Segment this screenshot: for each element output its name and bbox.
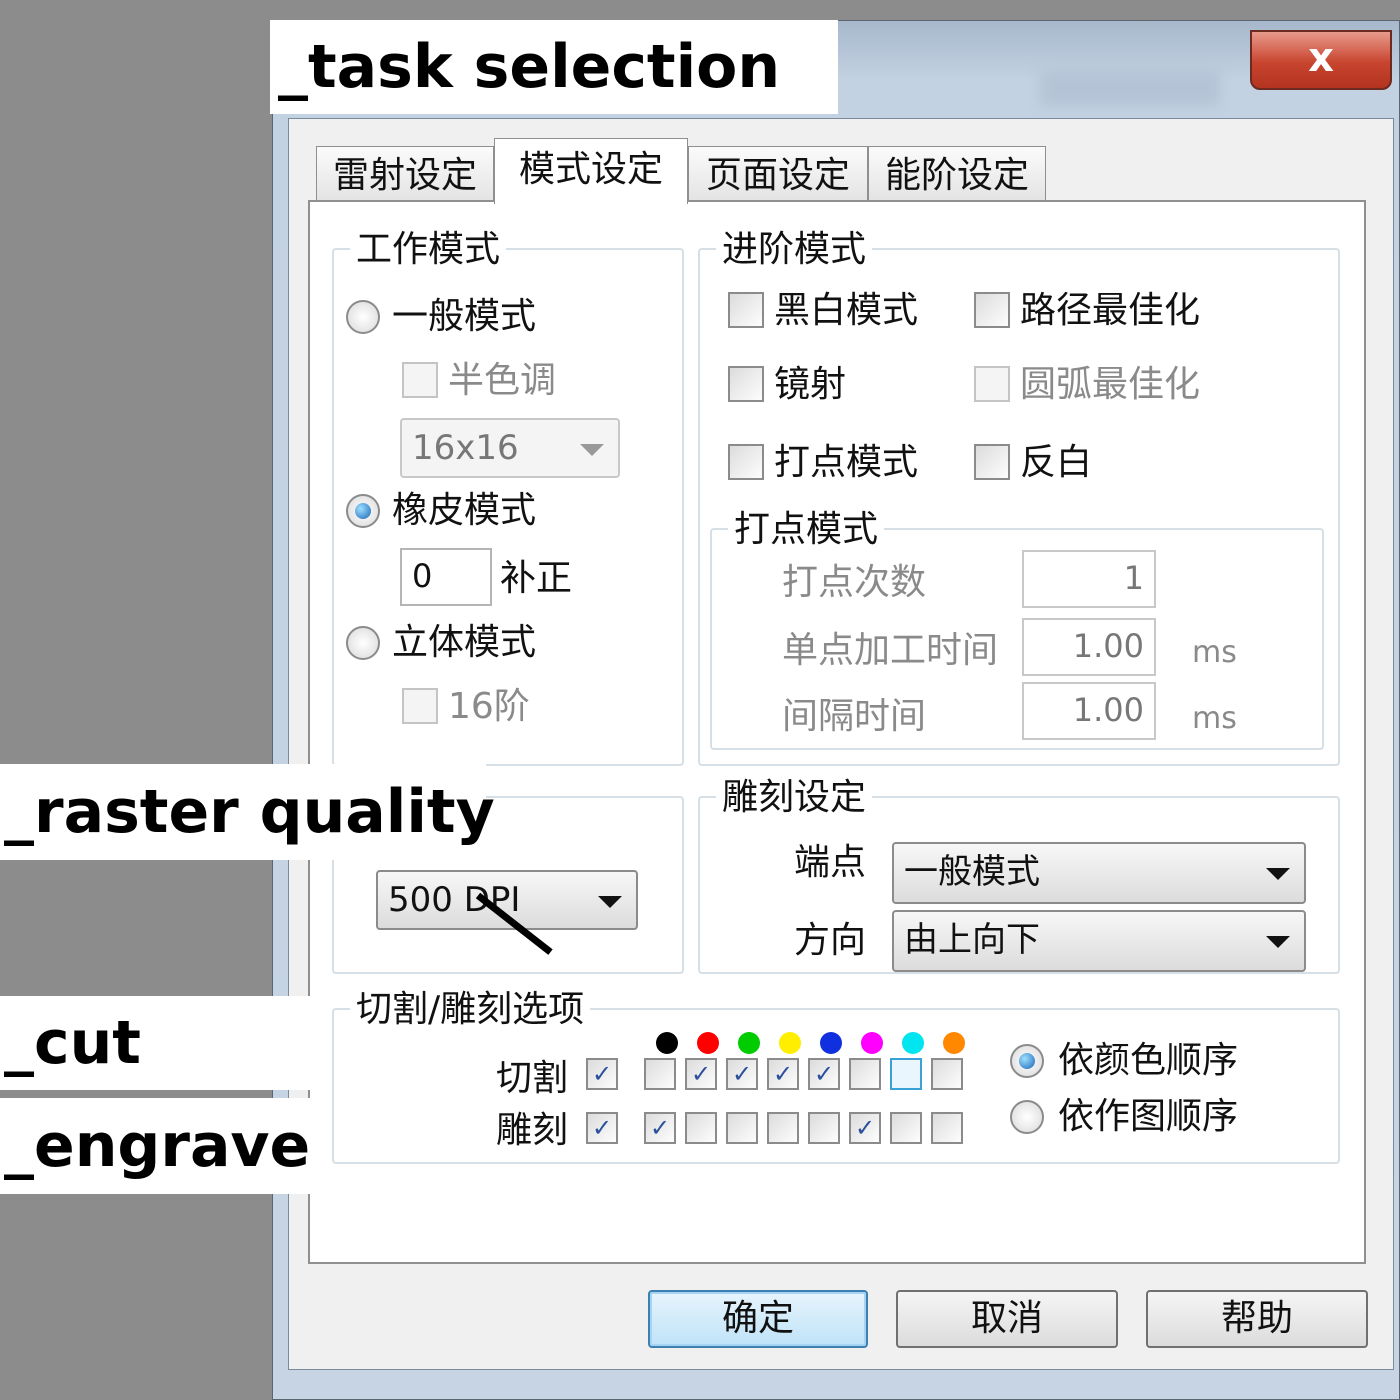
chevron-down-icon bbox=[598, 896, 622, 908]
color-swatch-7 bbox=[902, 1032, 924, 1054]
color-swatch-8 bbox=[943, 1032, 965, 1054]
order-by-color-radio[interactable] bbox=[1010, 1044, 1044, 1078]
color-swatch-5 bbox=[820, 1032, 842, 1054]
interval-time-input[interactable]: 1.00 bbox=[1022, 682, 1156, 740]
cut-color-6-checkbox[interactable] bbox=[849, 1058, 881, 1090]
tab-power-level-settings[interactable]: 能阶设定 bbox=[868, 146, 1046, 202]
close-icon: x bbox=[1308, 35, 1334, 81]
cut-color-7-checkbox[interactable] bbox=[890, 1058, 922, 1090]
endpoint-select[interactable]: 一般模式 bbox=[892, 842, 1306, 904]
single-dot-time-unit: ms bbox=[1192, 635, 1237, 670]
title-bar bbox=[1040, 70, 1220, 106]
cut-color-8-checkbox[interactable] bbox=[931, 1058, 963, 1090]
halftone-checkbox[interactable] bbox=[402, 362, 438, 398]
dot-settings-title: 打点模式 bbox=[728, 510, 885, 550]
order-by-color-label: 依颜色顺序 bbox=[1058, 1040, 1239, 1081]
color-swatch-1 bbox=[656, 1032, 678, 1054]
invert-checkbox[interactable] bbox=[974, 444, 1010, 480]
radio-selected-dot bbox=[1019, 1053, 1035, 1069]
cut-engrave-options-title: 切割/雕刻选项 bbox=[350, 990, 591, 1030]
callout-cut: _cut bbox=[0, 996, 312, 1090]
chevron-down-icon bbox=[1266, 868, 1290, 880]
single-dot-time-label: 单点加工时间 bbox=[782, 630, 999, 671]
radio-selected-dot bbox=[355, 503, 371, 519]
black-white-label: 黑白模式 bbox=[774, 290, 919, 331]
engrave-color-4-checkbox[interactable] bbox=[767, 1112, 799, 1144]
normal-mode-label: 一般模式 bbox=[392, 296, 537, 337]
help-button[interactable]: 帮助 bbox=[1146, 1290, 1368, 1348]
engrave-color-3-checkbox[interactable] bbox=[726, 1112, 758, 1144]
work-mode-title: 工作模式 bbox=[350, 230, 507, 270]
halftone-label: 半色调 bbox=[448, 360, 557, 401]
order-by-drawing-radio[interactable] bbox=[1010, 1100, 1044, 1134]
cancel-button[interactable]: 取消 bbox=[896, 1290, 1118, 1348]
mirror-label: 镜射 bbox=[774, 364, 847, 405]
black-white-checkbox[interactable] bbox=[728, 292, 764, 328]
interval-time-label: 间隔时间 bbox=[782, 696, 927, 737]
chevron-down-icon bbox=[580, 444, 604, 456]
offset-input[interactable]: 0 bbox=[400, 548, 492, 606]
dot-count-input[interactable]: 1 bbox=[1022, 550, 1156, 608]
offset-label: 补正 bbox=[500, 558, 573, 599]
arc-optimize-checkbox[interactable] bbox=[974, 366, 1010, 402]
tab-mode-settings[interactable]: 模式设定 bbox=[494, 138, 688, 204]
invert-label: 反白 bbox=[1020, 442, 1093, 483]
arc-optimize-label: 圆弧最佳化 bbox=[1020, 364, 1201, 405]
path-optimize-checkbox[interactable] bbox=[974, 292, 1010, 328]
cut-master-checkbox[interactable]: ✓ bbox=[586, 1058, 618, 1090]
engrave-settings-title: 雕刻设定 bbox=[716, 778, 873, 818]
cut-color-2-checkbox[interactable]: ✓ bbox=[685, 1058, 717, 1090]
engrave-color-1-checkbox[interactable]: ✓ bbox=[644, 1112, 676, 1144]
color-swatch-2 bbox=[697, 1032, 719, 1054]
chevron-down-icon bbox=[1266, 936, 1290, 948]
close-button[interactable]: x bbox=[1250, 30, 1392, 90]
stereo-mode-radio[interactable] bbox=[346, 626, 380, 660]
rubber-mode-radio[interactable] bbox=[346, 494, 380, 528]
path-optimize-label: 路径最佳化 bbox=[1020, 290, 1201, 331]
engrave-master-checkbox[interactable]: ✓ bbox=[586, 1112, 618, 1144]
tab-page-settings[interactable]: 页面设定 bbox=[688, 146, 868, 202]
cut-color-3-checkbox[interactable]: ✓ bbox=[726, 1058, 758, 1090]
direction-label: 方向 bbox=[794, 920, 867, 961]
interval-time-unit: ms bbox=[1192, 701, 1237, 736]
engrave-color-8-checkbox[interactable] bbox=[931, 1112, 963, 1144]
engrave-color-6-checkbox[interactable]: ✓ bbox=[849, 1112, 881, 1144]
dot-count-label: 打点次数 bbox=[782, 562, 927, 603]
endpoint-label: 端点 bbox=[794, 842, 867, 883]
dot-mode-label: 打点模式 bbox=[774, 442, 919, 483]
cut-color-4-checkbox[interactable]: ✓ bbox=[767, 1058, 799, 1090]
levels16-checkbox[interactable] bbox=[402, 688, 438, 724]
halftone-size-select[interactable]: 16x16 bbox=[400, 418, 620, 478]
dot-mode-checkbox[interactable] bbox=[728, 444, 764, 480]
color-swatch-4 bbox=[779, 1032, 801, 1054]
order-by-drawing-label: 依作图顺序 bbox=[1058, 1096, 1239, 1137]
engrave-color-2-checkbox[interactable] bbox=[685, 1112, 717, 1144]
advanced-mode-title: 进阶模式 bbox=[716, 230, 873, 270]
callout-raster-quality: _raster quality bbox=[0, 764, 495, 860]
single-dot-time-input[interactable]: 1.00 bbox=[1022, 618, 1156, 676]
tab-laser-settings[interactable]: 雷射设定 bbox=[316, 146, 494, 202]
cut-color-1-checkbox[interactable] bbox=[644, 1058, 676, 1090]
levels16-label: 16阶 bbox=[448, 686, 530, 727]
direction-select[interactable]: 由上向下 bbox=[892, 910, 1306, 972]
color-swatch-6 bbox=[861, 1032, 883, 1054]
engrave-row-label: 雕刻 bbox=[496, 1110, 569, 1151]
cut-color-5-checkbox[interactable]: ✓ bbox=[808, 1058, 840, 1090]
callout-task-selection: _task selection bbox=[270, 20, 838, 114]
engrave-color-5-checkbox[interactable] bbox=[808, 1112, 840, 1144]
ok-button[interactable]: 确定 bbox=[648, 1290, 868, 1348]
mirror-checkbox[interactable] bbox=[728, 366, 764, 402]
color-swatch-3 bbox=[738, 1032, 760, 1054]
normal-mode-radio[interactable] bbox=[346, 300, 380, 334]
engrave-color-7-checkbox[interactable] bbox=[890, 1112, 922, 1144]
rubber-mode-label: 橡皮模式 bbox=[392, 490, 537, 531]
stereo-mode-label: 立体模式 bbox=[392, 622, 537, 663]
cut-row-label: 切割 bbox=[496, 1058, 569, 1099]
callout-engrave: _engrave bbox=[0, 1098, 312, 1194]
